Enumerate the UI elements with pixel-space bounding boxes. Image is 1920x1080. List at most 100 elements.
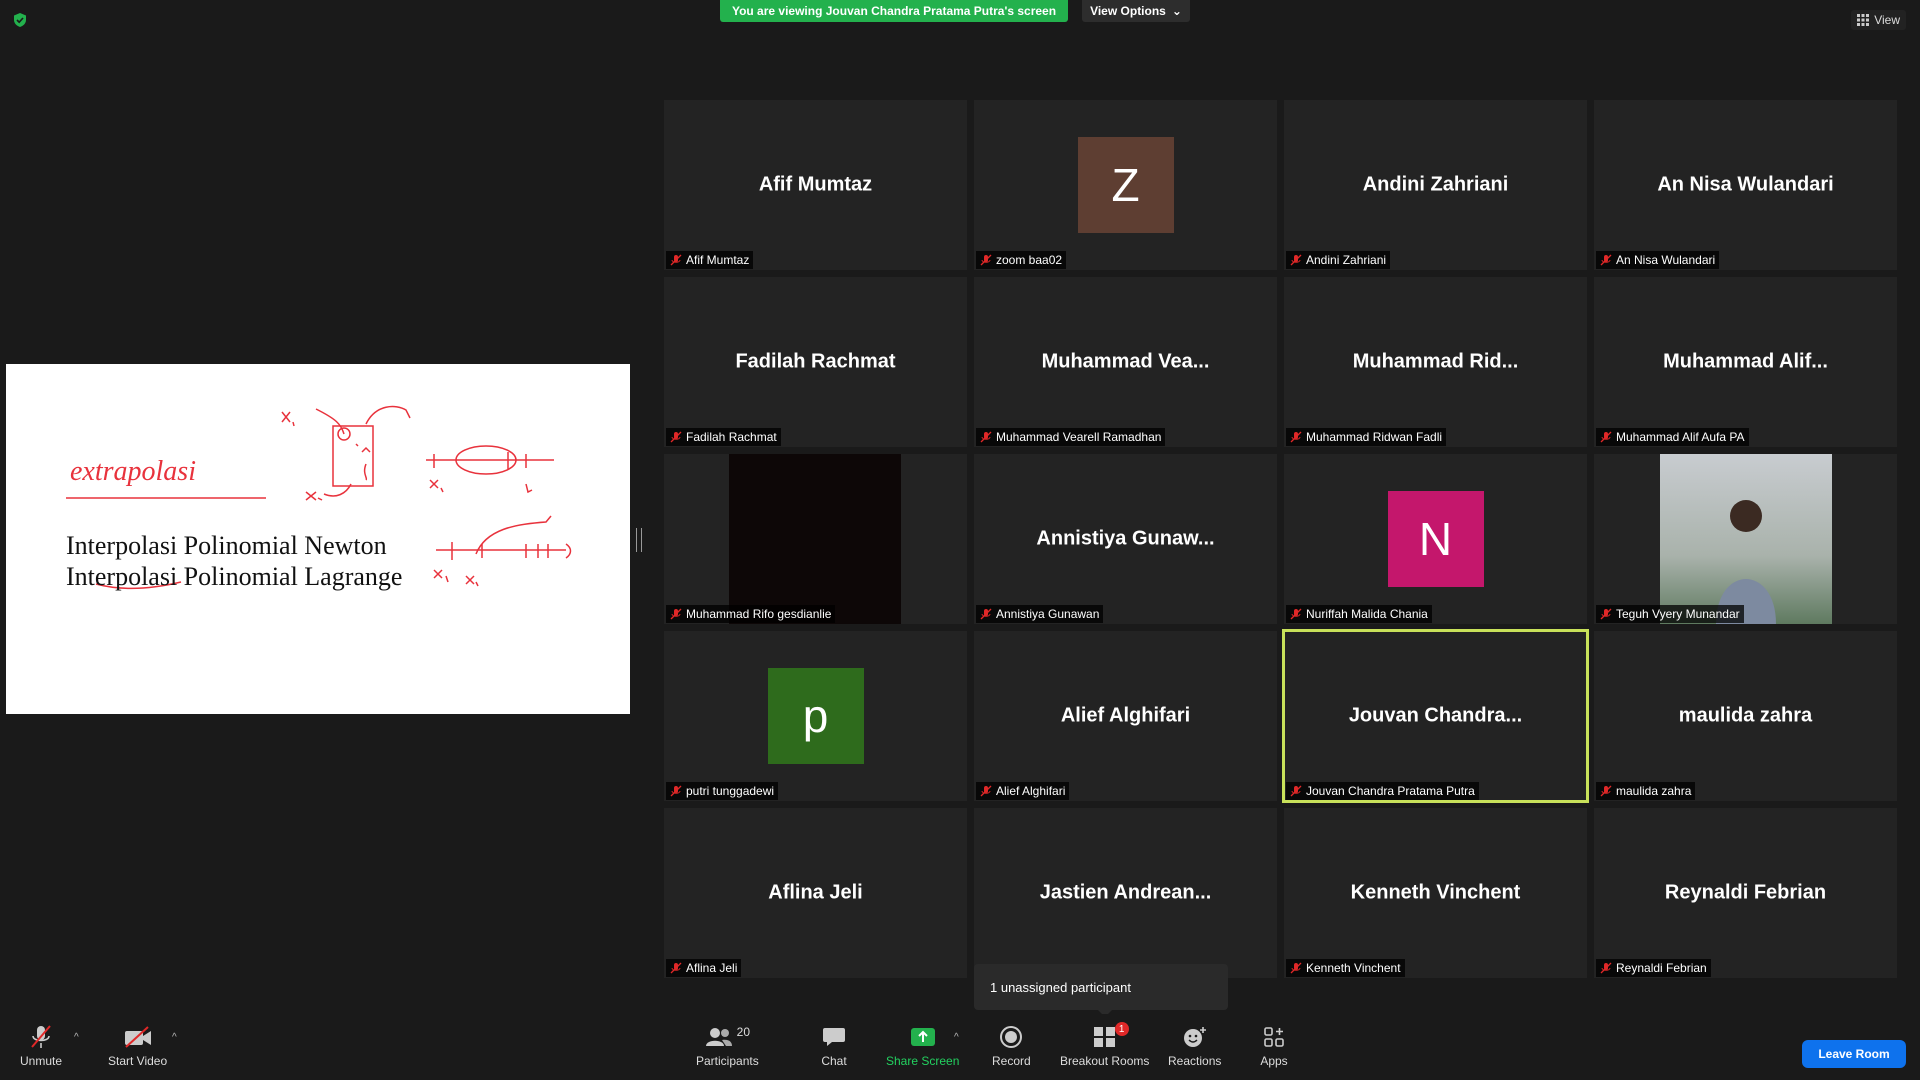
participant-tile[interactable]: Kenneth Vinchent Kenneth Vinchent [1284, 808, 1587, 978]
participant-name-tag: Aflina Jeli [666, 959, 742, 977]
handwritten-label: extrapolasi [70, 456, 196, 487]
participant-name-label: Muhammad Ridwan Fadli [1306, 430, 1443, 444]
participant-tile[interactable]: Fadilah Rachmat Fadilah Rachmat [664, 277, 967, 447]
participant-display-name: Reynaldi Febrian [1664, 881, 1827, 904]
participant-tile[interactable]: Muhammad Rifo gesdianlie [664, 454, 967, 624]
participant-tile[interactable]: Afif Mumtaz Afif Mumtaz [664, 100, 967, 270]
record-button[interactable]: Record [992, 1022, 1031, 1068]
participant-display-name: maulida zahra [1678, 704, 1813, 727]
video-options-caret-icon[interactable]: ^ [172, 1032, 177, 1043]
mic-muted-icon [980, 608, 992, 620]
participant-tile[interactable]: Teguh Vyery Munandar [1594, 454, 1897, 624]
participant-name-tag: Annistiya Gunawan [976, 605, 1104, 623]
participant-name-tag: Reynaldi Febrian [1596, 959, 1711, 977]
participant-name-tag: An Nisa Wulandari [1596, 251, 1720, 269]
breakout-rooms-icon [1093, 1027, 1115, 1047]
participant-name-tag: Kenneth Vinchent [1286, 959, 1405, 977]
participant-tile[interactable]: Annistiya Gunaw... Annistiya Gunawan [974, 454, 1277, 624]
start-video-button[interactable]: Start Video [108, 1022, 167, 1068]
view-button[interactable]: View [1851, 10, 1906, 30]
chevron-down-icon: ⌄ [1171, 4, 1182, 18]
mic-muted-icon [670, 431, 682, 443]
participant-tile[interactable]: p putri tunggadewi [664, 631, 967, 801]
participant-display-name: Jouvan Chandra... [1348, 704, 1523, 727]
participants-button[interactable]: 20 Participants [696, 1022, 759, 1068]
participants-label: Participants [696, 1054, 759, 1068]
participant-name-tag: Muhammad Ridwan Fadli [1286, 428, 1447, 446]
security-shield-icon[interactable] [12, 12, 28, 28]
participant-tile[interactable]: Muhammad Vea... Muhammad Vearell Ramadhan [974, 277, 1277, 447]
participant-tile[interactable]: Jouvan Chandra... Jouvan Chandra Pratama … [1282, 629, 1589, 803]
shared-screen[interactable]: extrapolasi Interpolasi Polinomial Newto… [6, 364, 630, 714]
participant-name-tag: Fadilah Rachmat [666, 428, 781, 446]
participant-name-label: Teguh Vyery Munandar [1616, 607, 1740, 621]
record-label: Record [992, 1054, 1031, 1068]
view-options-button[interactable]: View Options ⌄ [1082, 0, 1190, 22]
mic-muted-icon [1290, 431, 1302, 443]
share-screen-button[interactable]: Share Screen [886, 1022, 959, 1068]
participant-tile[interactable]: Reynaldi Febrian Reynaldi Febrian [1594, 808, 1897, 978]
participants-count: 20 [736, 1025, 751, 1039]
participant-gallery: Afif Mumtaz Afif Mumtaz Zzoom baa02 Andini … [664, 100, 1900, 980]
participant-tile[interactable]: Alief Alghifari Alief Alghifari [974, 631, 1277, 801]
participant-name-label: Muhammad Vearell Ramadhan [996, 430, 1162, 444]
split-resize-handle[interactable] [636, 528, 642, 552]
apps-icon [1264, 1027, 1284, 1047]
participant-display-name: Jastien Andrean... [1039, 881, 1212, 904]
mic-muted-icon [980, 254, 992, 266]
apps-label: Apps [1260, 1054, 1288, 1068]
participant-tile[interactable]: Andini Zahriani Andini Zahriani [1284, 100, 1587, 270]
participant-avatar: N [1387, 491, 1484, 587]
chat-label: Chat [821, 1054, 847, 1068]
participant-display-name: Annistiya Gunaw... [1036, 527, 1215, 550]
participant-name-tag: maulida zahra [1596, 782, 1696, 800]
participant-name-label: putri tunggadewi [686, 784, 775, 798]
mic-muted-icon [1290, 962, 1302, 974]
mic-muted-icon [1600, 431, 1612, 443]
participant-tile[interactable]: Aflina Jeli Aflina Jeli [664, 808, 967, 978]
participant-display-name: Muhammad Vea... [1041, 350, 1210, 373]
participant-tile[interactable]: Muhammad Alif... Muhammad Alif Aufa PA [1594, 277, 1897, 447]
mic-muted-icon [1600, 785, 1612, 797]
reactions-button[interactable]: Reactions [1168, 1022, 1221, 1068]
participant-display-name: Kenneth Vinchent [1350, 881, 1521, 904]
mic-muted-icon [1600, 254, 1612, 266]
viewing-screen-banner: You are viewing Jouvan Chandra Pratama P… [720, 0, 1068, 22]
participant-tile[interactable]: maulida zahra maulida zahra [1594, 631, 1897, 801]
breakout-rooms-label: Breakout Rooms [1060, 1054, 1150, 1068]
participant-name-label: Muhammad Rifo gesdianlie [686, 607, 832, 621]
unmute-button[interactable]: Unmute [20, 1022, 62, 1068]
breakout-rooms-button[interactable]: 1 Breakout Rooms [1060, 1022, 1149, 1068]
chat-button[interactable]: Chat [818, 1022, 850, 1068]
meeting-toolbar: Unmute ^ Start Video ^ 20 Participants C… [0, 1014, 1920, 1080]
share-screen-icon [910, 1028, 935, 1046]
participant-tile[interactable]: Muhammad Rid... Muhammad Ridwan Fadli [1284, 277, 1587, 447]
participant-name-tag: Muhammad Alif Aufa PA [1596, 428, 1749, 446]
participant-name-tag: Muhammad Vearell Ramadhan [976, 428, 1166, 446]
participant-name-label: An Nisa Wulandari [1616, 253, 1716, 267]
microphone-muted-icon [31, 1025, 51, 1048]
participant-tile[interactable]: Zzoom baa02 [974, 100, 1277, 270]
video-off-icon [124, 1026, 151, 1048]
participant-name-tag: putri tunggadewi [666, 782, 779, 800]
mic-muted-icon [670, 962, 682, 974]
participant-display-name: Muhammad Alif... [1663, 350, 1828, 373]
participant-name-tag: Andini Zahriani [1286, 251, 1391, 269]
share-options-caret-icon[interactable]: ^ [954, 1032, 959, 1043]
leave-room-button[interactable]: Leave Room [1802, 1040, 1906, 1068]
audio-options-caret-icon[interactable]: ^ [74, 1032, 79, 1043]
participant-tile[interactable]: N Nuriffah Malida Chania [1284, 454, 1587, 624]
participant-display-name: Alief Alghifari [1060, 704, 1191, 727]
unassigned-participant-tooltip: 1 unassigned participant [974, 964, 1228, 1017]
participant-name-label: Afif Mumtaz [686, 253, 750, 267]
participant-tile[interactable]: An Nisa Wulandari An Nisa Wulandari [1594, 100, 1897, 270]
participant-tile[interactable]: Jastien Andrean... [974, 808, 1277, 978]
apps-button[interactable]: Apps [1258, 1022, 1290, 1068]
view-label: View [1874, 13, 1900, 27]
participant-name-tag: zoom baa02 [976, 251, 1067, 269]
participant-name-tag: Alief Alghifari [976, 782, 1070, 800]
participant-name-label: Kenneth Vinchent [1306, 961, 1401, 975]
participant-display-name: Muhammad Rid... [1352, 350, 1519, 373]
share-screen-label: Share Screen [886, 1054, 960, 1068]
mic-muted-icon [980, 431, 992, 443]
